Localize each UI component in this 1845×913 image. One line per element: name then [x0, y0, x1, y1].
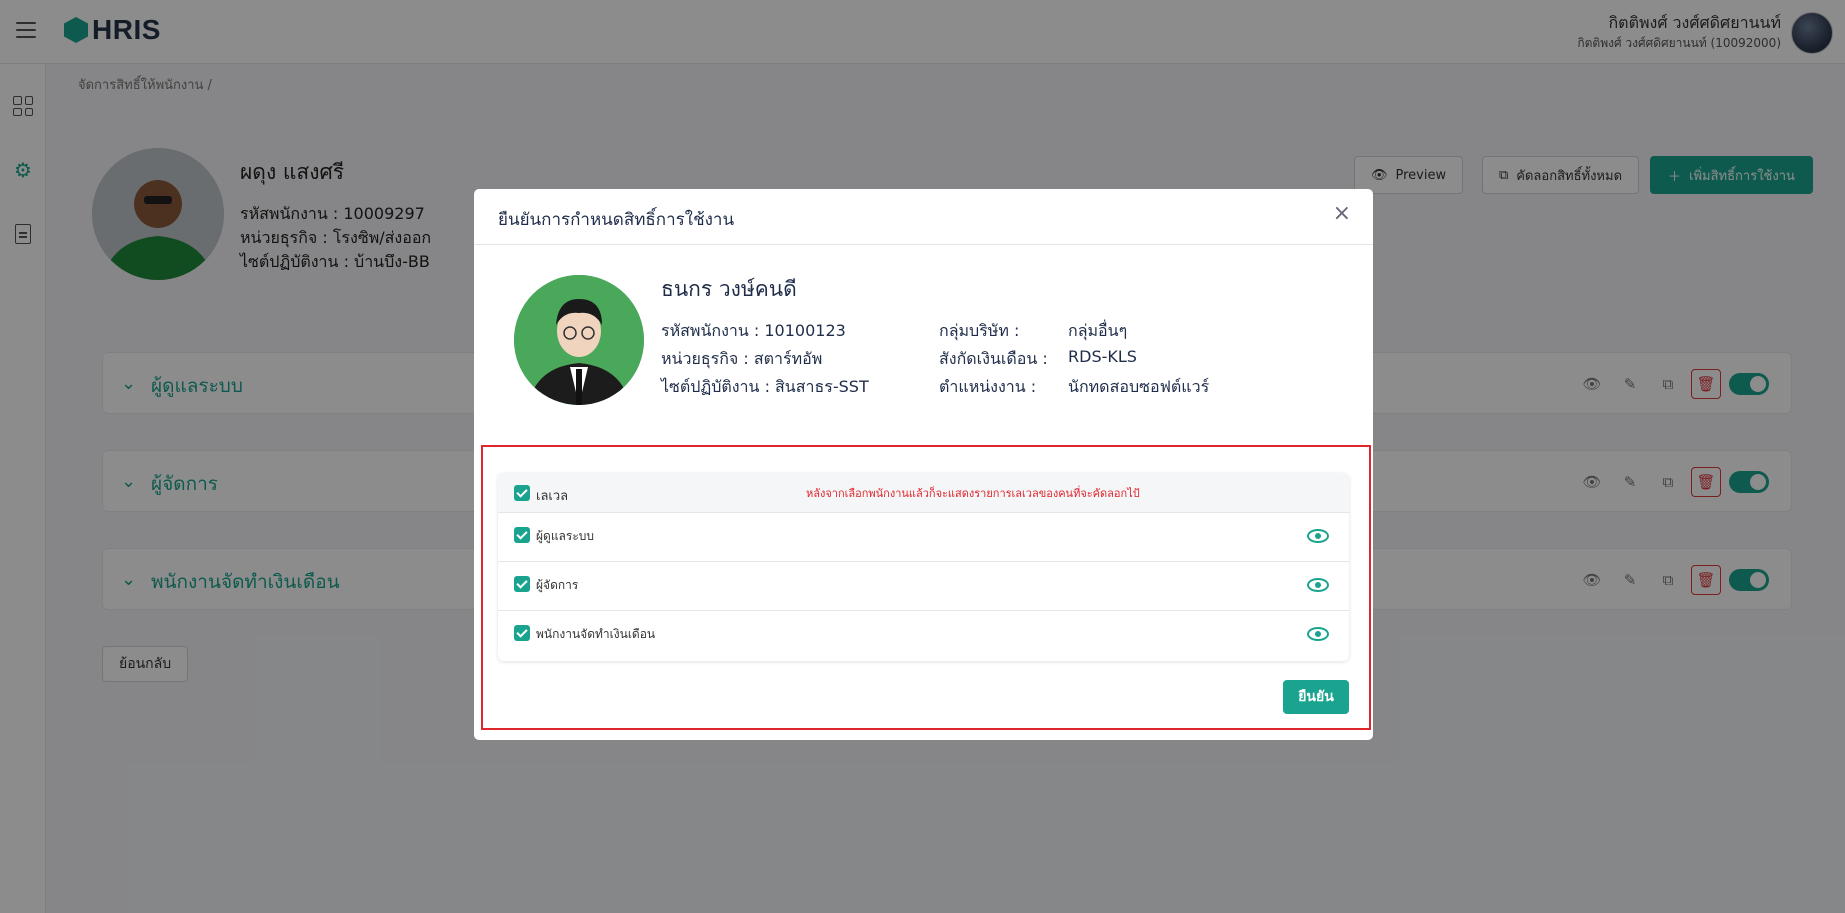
highlight-annotation-box	[481, 445, 1371, 730]
position-value: นักทดสอบซอฟต์แวร์	[1068, 377, 1210, 396]
employee-card: ธนกร วงษ์คนดี รหัสพนักงาน : 10100123 หน่…	[498, 273, 1349, 411]
employee-name: ธนกร วงษ์คนดี	[661, 277, 797, 301]
employee-work-site: ไซต์ปฏิบัติงาน : สินสาธร-SST	[661, 377, 869, 396]
modal-header: ยืนยันการกำหนดสิทธิ์การใช้งาน ×	[474, 189, 1373, 245]
payroll-label: สังกัดเงินเดือน :	[939, 349, 1048, 368]
close-icon[interactable]: ×	[1333, 203, 1351, 225]
employee-photo	[514, 275, 644, 405]
payroll-value: RDS-KLS	[1068, 347, 1137, 366]
modal-title: ยืนยันการกำหนดสิทธิ์การใช้งาน	[498, 210, 735, 230]
company-group-label: กลุ่มบริษัท :	[939, 321, 1020, 340]
position-label: ตำแหน่งงาน :	[939, 377, 1037, 396]
company-group-value: กลุ่มอื่นๆ	[1068, 321, 1128, 340]
employee-id: รหัสพนักงาน : 10100123	[661, 321, 846, 340]
employee-business-unit: หน่วยธุรกิจ : สตาร์ทอัพ	[661, 349, 823, 368]
employee-photo-image	[514, 275, 644, 405]
